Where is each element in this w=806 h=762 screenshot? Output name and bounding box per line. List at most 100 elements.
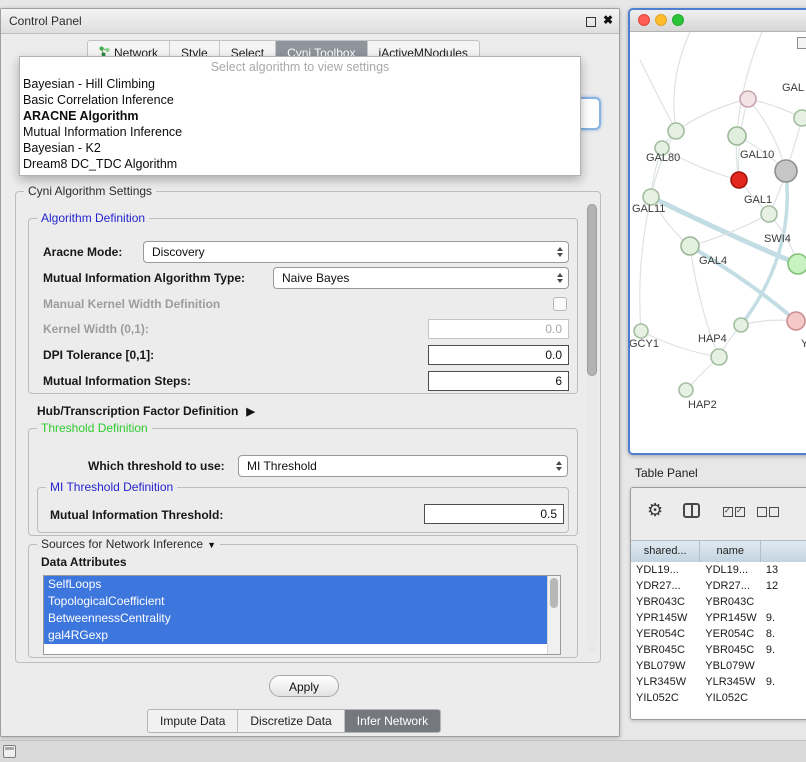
algorithm-combobox-fragment[interactable] bbox=[579, 97, 601, 130]
table-row[interactable]: YBR045CYBR045C9. bbox=[631, 642, 806, 658]
network-scroll-button[interactable] bbox=[797, 37, 806, 49]
scrollbar-thumb[interactable] bbox=[587, 204, 597, 376]
kernel-width-field: 0.0 bbox=[428, 319, 569, 339]
table-body: YDL19...YDL19...13YDR27...YDR27...12YBR0… bbox=[631, 562, 806, 719]
select-all-checkboxes-icon[interactable] bbox=[723, 507, 745, 517]
node-label-gal10: GAL10 bbox=[740, 149, 774, 161]
combo-arrows-icon bbox=[556, 461, 562, 471]
mi-threshold-legend: MI Threshold Definition bbox=[46, 480, 177, 494]
table-cell: 12 bbox=[761, 578, 806, 594]
algorithm-option-bayesian-k2[interactable]: Bayesian - K2 bbox=[20, 140, 580, 156]
table-cell: YBR043C bbox=[700, 594, 761, 610]
network-node[interactable] bbox=[711, 349, 727, 365]
table-row[interactable]: YER054CYER054C8. bbox=[631, 626, 806, 642]
table-cell bbox=[761, 658, 806, 674]
gear-icon[interactable]: ⚙ bbox=[647, 500, 663, 520]
table-row[interactable]: YBL079WYBL079W bbox=[631, 658, 806, 674]
network-node[interactable] bbox=[788, 254, 806, 274]
close-traffic-light-icon[interactable] bbox=[638, 14, 650, 26]
network-node[interactable] bbox=[728, 127, 746, 145]
node-label-gal11: GAL11 bbox=[632, 203, 665, 215]
table-row[interactable]: YDR27...YDR27...12 bbox=[631, 578, 806, 594]
tab-infer-network[interactable]: Infer Network bbox=[345, 710, 440, 732]
mi-threshold-field[interactable]: 0.5 bbox=[424, 504, 564, 524]
algorithm-option-dream8-dc-tdc-algorithm[interactable]: Dream8 DC_TDC Algorithm bbox=[20, 156, 580, 172]
table-cell: 9. bbox=[761, 674, 806, 690]
attribute-list-scrollbar[interactable] bbox=[547, 576, 560, 654]
apply-button[interactable]: Apply bbox=[269, 675, 339, 697]
algorithm-option-bayesian-hill-climbing[interactable]: Bayesian - Hill Climbing bbox=[20, 76, 580, 92]
columns-icon[interactable] bbox=[683, 503, 700, 518]
table-cell: YDL19... bbox=[700, 562, 761, 578]
settings-scrollbar[interactable] bbox=[587, 204, 597, 652]
close-icon[interactable]: ✖ bbox=[603, 13, 613, 27]
algorithm-option-list: Bayesian - Hill ClimbingBasic Correlatio… bbox=[20, 76, 580, 172]
column-header-extra[interactable] bbox=[761, 541, 806, 562]
algorithm-definition-group: Algorithm Definition Aracne Mode: Discov… bbox=[28, 218, 578, 394]
table-cell: YPR145W bbox=[700, 610, 761, 626]
network-node[interactable] bbox=[731, 172, 747, 188]
network-node[interactable] bbox=[775, 160, 797, 182]
table-cell: 13 bbox=[761, 562, 806, 578]
mi-steps-label: Mutual Information Steps: bbox=[43, 374, 191, 388]
mi-steps-field[interactable]: 6 bbox=[428, 371, 569, 391]
algorithm-option-aracne-algorithm[interactable]: ARACNE Algorithm bbox=[20, 108, 580, 124]
aracne-mode-select[interactable]: Discovery bbox=[143, 241, 569, 263]
table-row[interactable]: YBR043CYBR043C bbox=[631, 594, 806, 610]
kernel-width-label: Kernel Width (0,1): bbox=[43, 322, 149, 336]
zoom-traffic-light-icon[interactable] bbox=[672, 14, 684, 26]
algorithm-option-mutual-information-inference[interactable]: Mutual Information Inference bbox=[20, 124, 580, 140]
network-node[interactable] bbox=[794, 110, 806, 126]
network-node[interactable] bbox=[634, 324, 648, 338]
desktop: Control Panel ✖ NetworkStyleSelectCyni T… bbox=[0, 0, 806, 762]
sources-legend-toggle[interactable]: Sources for Network Inference▼ bbox=[37, 537, 220, 551]
table-row[interactable]: YLR345WYLR345W9. bbox=[631, 674, 806, 690]
minimize-traffic-light-icon[interactable] bbox=[655, 14, 667, 26]
table-cell bbox=[761, 690, 806, 706]
scrollbar-thumb[interactable] bbox=[550, 578, 558, 608]
table-cell: YDR27... bbox=[700, 578, 761, 594]
network-edge bbox=[640, 197, 651, 331]
network-node[interactable] bbox=[668, 123, 684, 139]
table-cell: YIL052C bbox=[631, 690, 700, 706]
table-row[interactable]: YPR145WYPR145W9. bbox=[631, 610, 806, 626]
network-node[interactable] bbox=[787, 312, 805, 330]
manual-kernel-checkbox[interactable] bbox=[553, 297, 567, 311]
network-node[interactable] bbox=[681, 237, 699, 255]
deselect-all-checkboxes-icon[interactable] bbox=[757, 507, 779, 517]
network-node[interactable] bbox=[734, 318, 748, 332]
attribute-item-betweennesscentrality[interactable]: BetweennessCentrality bbox=[44, 610, 560, 627]
mi-type-select[interactable]: Naive Bayes bbox=[273, 267, 569, 289]
node-label-gal4: GAL4 bbox=[699, 255, 727, 267]
float-window-icon[interactable] bbox=[586, 17, 596, 27]
tab-impute-data[interactable]: Impute Data bbox=[148, 710, 238, 732]
bottom-tab-bar: Impute DataDiscretize DataInfer Network bbox=[147, 709, 441, 733]
hub-definition-toggle[interactable]: Hub/Transcription Factor Definition▶ bbox=[37, 404, 255, 418]
control-panel-titlebar: Control Panel ✖ bbox=[1, 9, 619, 34]
network-node[interactable] bbox=[761, 206, 777, 222]
aracne-mode-label: Aracne Mode: bbox=[43, 245, 122, 259]
data-attributes-label: Data Attributes bbox=[41, 555, 127, 569]
column-header-shared[interactable]: shared... bbox=[631, 541, 700, 562]
mi-threshold-label: Mutual Information Threshold: bbox=[50, 508, 223, 522]
table-row[interactable]: YDL19...YDL19...13 bbox=[631, 562, 806, 578]
which-threshold-select[interactable]: MI Threshold bbox=[238, 455, 568, 477]
network-canvas[interactable]: GALGAL80GAL10GAL11GAL1SWI4GAL4GCY1HAP4YH… bbox=[630, 32, 806, 453]
dpi-tolerance-field[interactable]: 0.0 bbox=[428, 345, 569, 365]
panel-icon[interactable] bbox=[3, 745, 16, 758]
algorithm-option-basic-correlation-inference[interactable]: Basic Correlation Inference bbox=[20, 92, 580, 108]
table-cell: 9. bbox=[761, 610, 806, 626]
table-row[interactable]: YIL052CYIL052C bbox=[631, 690, 806, 706]
network-node[interactable] bbox=[740, 91, 756, 107]
network-node[interactable] bbox=[679, 383, 693, 397]
attribute-item-topologicalcoefficient[interactable]: TopologicalCoefficient bbox=[44, 593, 560, 610]
attribute-item-selfloops[interactable]: SelfLoops bbox=[44, 576, 560, 593]
tab-discretize-data[interactable]: Discretize Data bbox=[238, 710, 344, 732]
network-edge bbox=[651, 197, 798, 264]
threshold-definition-legend: Threshold Definition bbox=[37, 421, 152, 435]
column-header-name[interactable]: name bbox=[700, 541, 761, 562]
node-label-gal: GAL bbox=[782, 82, 804, 94]
mi-threshold-group: MI Threshold Definition Mutual Informati… bbox=[37, 487, 569, 533]
attribute-item-gal4rgexp[interactable]: gal4RGexp bbox=[44, 627, 560, 644]
table-panel-window: ⚙ shared...name YDL19...YDL19...13YDR27.… bbox=[630, 487, 806, 720]
